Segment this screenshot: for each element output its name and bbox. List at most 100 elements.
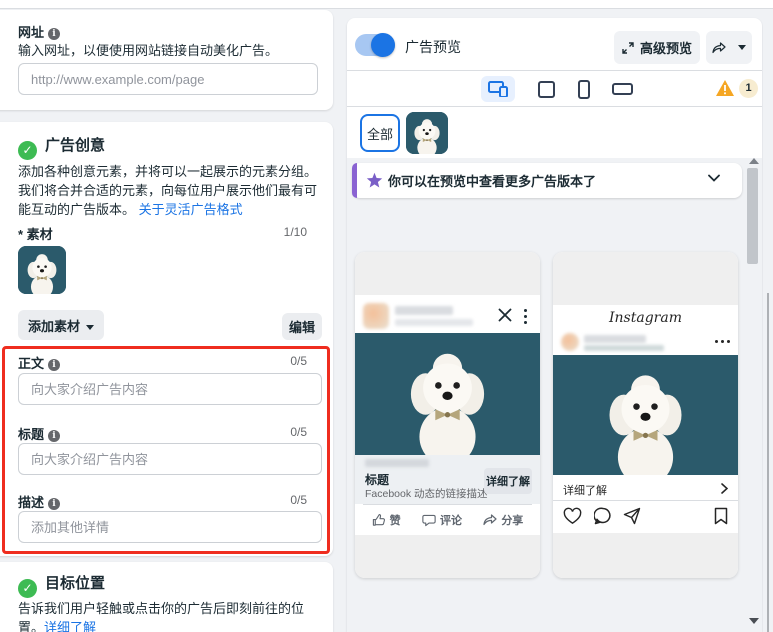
facebook-preview-card: 标题 Facebook 动态的链接描述 详细了解 赞 (355, 252, 540, 578)
preview-panel: 广告预览 高级预览 (347, 18, 762, 632)
redacted-sponsored-label (584, 345, 664, 351)
description-field-counter: 0/5 (290, 493, 307, 507)
star-icon (366, 172, 383, 189)
instagram-logo: Instagram (553, 310, 738, 326)
redacted-avatar (363, 303, 389, 329)
bookmark-icon[interactable] (714, 507, 728, 525)
creative-description: 添加各种创意元素，并将可以一起展示的元素分组。我们将合并合适的元素，向每位用户展… (18, 162, 320, 219)
url-card: 网址 输入网址，以便使用网站链接自动美化广告。 (0, 10, 333, 110)
instagram-ad-image (553, 355, 738, 475)
material-label: * 素材 (18, 227, 53, 242)
edit-label: 编辑 (289, 320, 315, 335)
instagram-preview-card: Instagram 详细了解 (553, 252, 738, 578)
facebook-link-description: Facebook 动态的链接描述 (365, 486, 488, 501)
title-field-label: 标题 (18, 427, 44, 442)
like-icon (372, 513, 386, 527)
title-field-counter: 0/5 (290, 425, 307, 439)
kebab-menu-icon[interactable] (524, 309, 527, 324)
share-arrow-icon (483, 514, 497, 526)
share-button[interactable] (706, 31, 752, 64)
facebook-link-area: 标题 Facebook 动态的链接描述 详细了解 (355, 455, 540, 504)
format-all-devices-button[interactable] (481, 76, 515, 102)
url-label-row: 网址 (18, 22, 60, 42)
url-help-text: 输入网址，以便使用网站链接自动美化广告。 (18, 41, 278, 60)
instagram-action-row (553, 507, 738, 533)
flexible-format-link[interactable]: 关于灵活广告格式 (139, 202, 243, 217)
chevron-down-icon[interactable] (708, 174, 720, 182)
comment-label: 评论 (440, 512, 462, 528)
creative-title: 广告创意 (45, 137, 105, 154)
share-label: 分享 (501, 512, 523, 528)
description-field-label-row: 描述 (18, 492, 60, 512)
facebook-preview-chrome-bottom (355, 535, 540, 578)
scrollbar-thumb[interactable] (747, 168, 758, 264)
info-icon[interactable] (48, 28, 60, 40)
window-scrollbar-thumb[interactable] (767, 293, 769, 632)
facebook-ad-image (355, 333, 540, 455)
format-square-button[interactable] (529, 76, 563, 102)
advanced-preview-button[interactable]: 高级预览 (614, 31, 700, 64)
info-icon[interactable] (48, 430, 60, 442)
kebab-menu-icon[interactable] (715, 340, 730, 343)
caret-down-icon (86, 325, 94, 330)
square-format-icon (538, 81, 555, 98)
warning-icon[interactable] (715, 79, 735, 97)
expand-icon (622, 42, 634, 54)
tab-creative-thumbnail[interactable] (406, 112, 448, 154)
scrollbar-up-arrow[interactable] (749, 158, 759, 164)
paper-plane-icon[interactable] (623, 507, 641, 525)
close-icon[interactable] (498, 308, 512, 322)
facebook-cta-button[interactable]: 详细了解 (484, 468, 532, 494)
format-portrait-button[interactable] (567, 76, 601, 102)
description-field-input[interactable] (18, 511, 322, 543)
tab-all-versions[interactable]: 全部 (360, 114, 400, 152)
phone-format-icon (578, 80, 590, 99)
like-button[interactable]: 赞 (372, 512, 401, 528)
comment-bubble-icon[interactable] (594, 507, 612, 525)
instagram-divider (553, 500, 738, 501)
ad-creative-card: 广告创意 添加各种创意元素，并将可以一起展示的元素分组。我们将合并合适的元素，向… (0, 122, 333, 556)
info-icon[interactable] (48, 498, 60, 510)
format-landscape-button[interactable] (605, 76, 639, 102)
warning-count-badge[interactable]: 1 (739, 79, 758, 98)
redacted-sponsored-label (395, 319, 473, 326)
chevron-right-icon (721, 483, 728, 494)
learn-more-link[interactable]: 详细了解 (44, 620, 96, 632)
add-material-label: 添加素材 (28, 319, 80, 334)
redacted-page-name (395, 306, 453, 315)
info-icon[interactable] (48, 359, 60, 371)
preview-scroll-area: 你可以在预览中查看更多广告版本了 (347, 158, 762, 632)
banner-text: 你可以在预览中查看更多广告版本了 (388, 171, 596, 190)
destination-header: 目标位置 (18, 572, 105, 598)
body-field-counter: 0/5 (290, 354, 307, 368)
url-label: 网址 (18, 25, 44, 40)
ad-preview-toggle[interactable] (355, 34, 395, 56)
add-material-button[interactable]: 添加素材 (18, 310, 104, 340)
toggle-knob (371, 33, 395, 57)
title-field-input[interactable] (18, 443, 322, 475)
facebook-preview-chrome (355, 252, 540, 295)
title-field-label-row: 标题 (18, 424, 60, 444)
check-circle-icon (18, 579, 37, 598)
comment-button[interactable]: 评论 (422, 512, 462, 528)
like-label: 赞 (390, 512, 401, 528)
format-row-divider (347, 106, 762, 107)
more-versions-banner[interactable]: 你可以在预览中查看更多广告版本了 (352, 163, 742, 198)
caret-down-icon (738, 45, 746, 50)
redacted-account-name (584, 335, 646, 343)
url-input[interactable] (18, 63, 318, 95)
heart-icon[interactable] (563, 507, 582, 525)
banner-accent-bar (352, 163, 357, 198)
material-thumbnail[interactable] (18, 246, 66, 294)
instagram-cta-row[interactable]: 详细了解 (553, 475, 738, 500)
material-counter: 1/10 (284, 225, 307, 239)
body-field-label: 正文 (18, 356, 44, 371)
devices-icon (488, 81, 508, 97)
destination-card: 目标位置 告诉我们用户轻触或点击你的广告后即刻前往的位置。详细了解 (0, 562, 333, 632)
share-post-button[interactable]: 分享 (483, 512, 523, 528)
ad-preview-toggle-label: 广告预览 (405, 37, 461, 57)
tab-all-label: 全部 (367, 124, 393, 143)
edit-button[interactable]: 编辑 (282, 313, 322, 340)
body-field-input[interactable] (18, 373, 322, 405)
scrollbar-down-arrow[interactable] (749, 618, 759, 624)
